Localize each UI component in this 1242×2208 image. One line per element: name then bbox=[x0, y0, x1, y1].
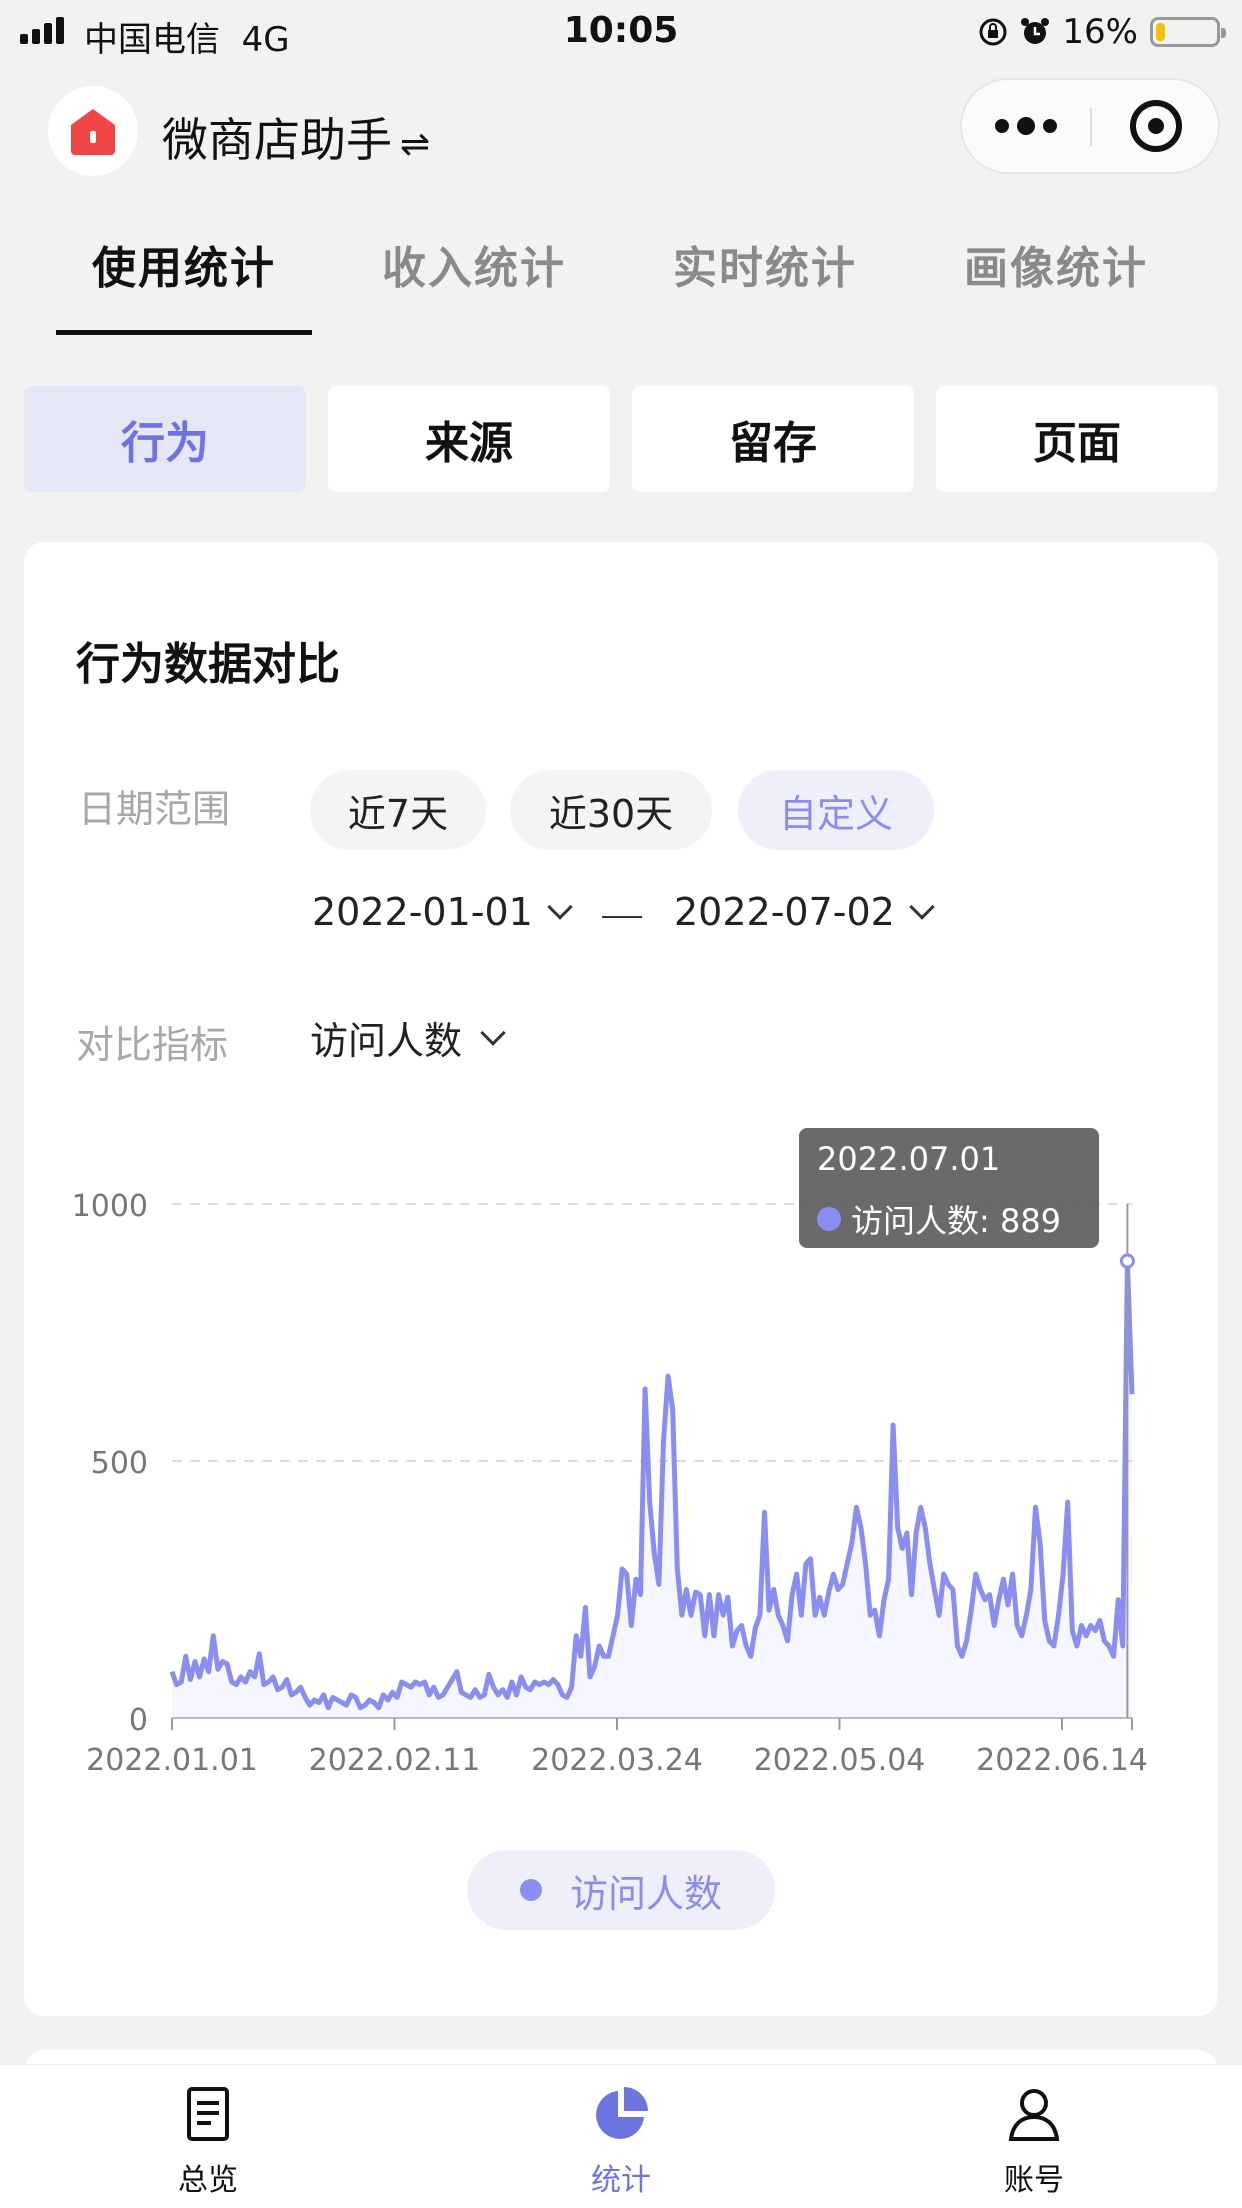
nav-account-label: 账号 bbox=[1004, 2163, 1064, 2198]
segment-page[interactable]: 页面 bbox=[936, 386, 1218, 492]
nav-account[interactable]: 账号 bbox=[964, 2083, 1104, 2199]
y-tick-label: 500 bbox=[91, 1446, 148, 1481]
app-title[interactable]: 微商店助手 ⇌ bbox=[162, 104, 430, 170]
tab-realtime[interactable]: 实时统计 bbox=[673, 232, 857, 296]
tooltip-point bbox=[1119, 1253, 1135, 1269]
more-icon[interactable] bbox=[962, 80, 1090, 172]
status-bar: 中国电信 4G 10:05 16% bbox=[0, 0, 1242, 62]
y-tick-label: 1000 bbox=[72, 1189, 148, 1224]
close-miniprogram-icon[interactable] bbox=[1130, 100, 1182, 152]
rotation-lock-icon bbox=[979, 18, 1007, 46]
battery-icon bbox=[1150, 17, 1226, 47]
nav-overview-label: 总览 bbox=[178, 2163, 238, 2198]
behavior-compare-card: 行为数据对比 日期范围 近7天 近30天 自定义 2022-01-01 2022… bbox=[24, 542, 1218, 2016]
segment-behavior[interactable]: 行为 bbox=[24, 386, 306, 492]
nav-overview[interactable]: 总览 bbox=[138, 2083, 278, 2199]
x-tick-label: 2022.03.24 bbox=[531, 1743, 703, 1778]
x-tick-label: 2022.06.14 bbox=[976, 1743, 1148, 1778]
app-logo[interactable] bbox=[48, 86, 138, 176]
miniprogram-capsule bbox=[960, 78, 1220, 174]
pie-chart-icon bbox=[596, 2087, 648, 2139]
legend-dot bbox=[519, 1879, 542, 1901]
legend-label: 访问人数 bbox=[569, 1871, 722, 1916]
tab-income[interactable]: 收入统计 bbox=[382, 232, 566, 296]
document-icon bbox=[187, 2087, 229, 2141]
shop-house-icon bbox=[71, 109, 115, 155]
x-tick-label: 2022.02.11 bbox=[309, 1743, 481, 1778]
x-tick-label: 2022.05.04 bbox=[754, 1743, 926, 1778]
segment-source[interactable]: 来源 bbox=[328, 386, 610, 492]
user-icon bbox=[1008, 2089, 1060, 2141]
tooltip-series-dot bbox=[817, 1207, 841, 1231]
tooltip-value: 访问人数: 889 bbox=[851, 1202, 1062, 1240]
battery-percent: 16% bbox=[1062, 12, 1138, 52]
tab-underline bbox=[56, 330, 312, 335]
x-tick-label: 2022.01.01 bbox=[86, 1743, 258, 1778]
battery-level bbox=[1156, 23, 1166, 41]
chart-tooltip: 2022.07.01 访问人数: 889 bbox=[799, 1128, 1099, 1248]
swap-icon: ⇌ bbox=[400, 124, 431, 165]
nav-stats[interactable]: 统计 bbox=[551, 2083, 691, 2199]
stats-tabs: 使用统计 收入统计 实时统计 画像统计 bbox=[0, 232, 1242, 340]
y-tick-label: 0 bbox=[129, 1703, 148, 1738]
tooltip-date: 2022.07.01 bbox=[817, 1140, 1001, 1178]
tab-portrait[interactable]: 画像统计 bbox=[964, 232, 1148, 296]
segment-retention[interactable]: 留存 bbox=[632, 386, 914, 492]
app-header: 微商店助手 ⇌ bbox=[0, 78, 1242, 190]
series-area bbox=[172, 1261, 1132, 1718]
segment-control: 行为 来源 留存 页面 bbox=[24, 386, 1218, 492]
tooltip-row: 访问人数: 889 bbox=[817, 1196, 1061, 1242]
tab-usage[interactable]: 使用统计 bbox=[92, 232, 276, 296]
capsule-divider bbox=[1090, 108, 1092, 146]
nav-stats-label: 统计 bbox=[591, 2163, 651, 2198]
status-right: 16% bbox=[978, 12, 1226, 52]
alarm-icon bbox=[1021, 18, 1050, 44]
chart-legend-item[interactable]: 访问人数 bbox=[467, 1850, 775, 1930]
bottom-nav: 总览 统计 账号 bbox=[0, 2064, 1242, 2208]
